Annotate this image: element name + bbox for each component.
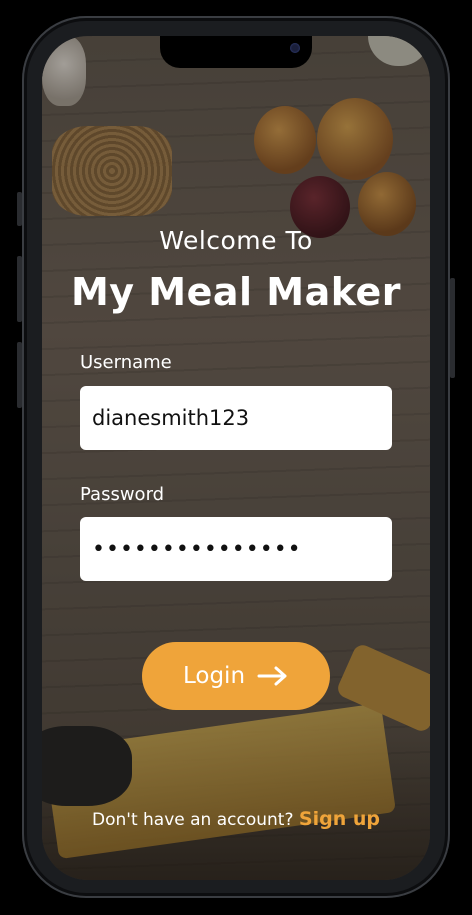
app-title: My Meal Maker [70, 270, 402, 314]
camera-icon [290, 43, 300, 53]
password-label: Password [80, 484, 165, 505]
username-label: Username [80, 352, 172, 373]
background-overlay [42, 36, 430, 880]
side-button [17, 192, 22, 226]
login-button[interactable]: Login [142, 642, 330, 710]
welcome-text: Welcome To [159, 226, 313, 255]
login-screen: Welcome To My Meal Maker Username dianes… [42, 36, 430, 880]
volume-up-button [17, 256, 22, 322]
signup-prompt: Don't have an account? [92, 810, 294, 830]
dynamic-island [160, 36, 312, 68]
username-input[interactable]: dianesmith123 [80, 386, 392, 450]
volume-down-button [17, 342, 22, 408]
power-button [450, 278, 455, 378]
arrow-right-icon [257, 665, 289, 687]
signup-link[interactable]: Sign up [299, 808, 380, 830]
password-input[interactable]: ••••••••••••••• [80, 517, 392, 581]
login-button-label: Login [182, 663, 246, 689]
signup-row: Don't have an account? Sign up [42, 808, 430, 830]
